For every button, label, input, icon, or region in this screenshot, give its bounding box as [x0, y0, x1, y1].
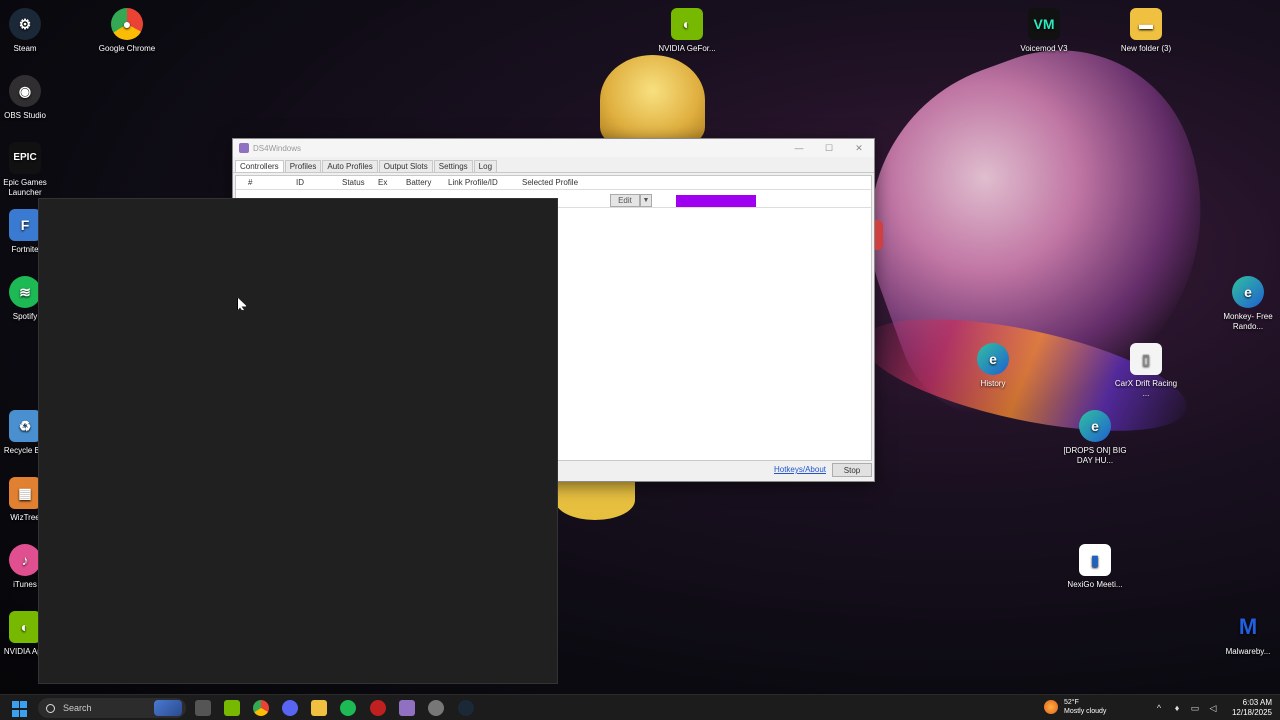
col-status: Status	[342, 178, 365, 187]
nvidia-icon: ◐	[671, 8, 703, 40]
desktop-icon-voicemod[interactable]: VM Voicemod V3	[1012, 8, 1076, 54]
weather-text: Mostly cloudy	[1064, 708, 1107, 715]
col-ex: Ex	[378, 178, 388, 187]
tab-settings[interactable]: Settings	[433, 160, 473, 172]
desktop-icon-carx[interactable]: ▯ CarX Drift Racing ...	[1114, 343, 1178, 399]
chevron-up-icon[interactable]: ^	[1154, 703, 1164, 713]
chevron-down-icon[interactable]: ▼	[640, 194, 652, 207]
system-tray: ^ ♦ ▭ ◁	[1150, 695, 1222, 720]
desktop-icon-chrome[interactable]: ● Google Chrome	[95, 8, 159, 54]
desktop-icon-epic[interactable]: EPIC Epic Games Launcher	[0, 142, 57, 198]
file-icon: ▯	[1130, 343, 1162, 375]
tab-controllers[interactable]: Controllers	[235, 160, 284, 172]
taskbar: Search 52°F Mostly cloudy ^ ♦ ▭ ◁ 6:03 A…	[0, 694, 1280, 720]
wallpaper-ice-cream	[600, 55, 705, 145]
window-titlebar[interactable]: DS4Windows — ☐ ✕	[233, 139, 874, 157]
volume-icon[interactable]: ◁	[1208, 703, 1218, 713]
voicemod-icon: VM	[1028, 8, 1060, 40]
recycle-bin-icon: ♻	[9, 410, 41, 442]
edit-profile-button[interactable]: Edit	[610, 194, 640, 207]
minimize-icon[interactable]: —	[784, 139, 814, 157]
nexigo-icon: ▮	[1079, 544, 1111, 576]
ds4windows-taskbar-icon[interactable]	[399, 700, 415, 716]
stop-button[interactable]: Stop	[832, 463, 872, 477]
discord-taskbar-icon[interactable]	[282, 700, 298, 716]
desktop-icon-steam[interactable]: ⚙ Steam	[0, 8, 57, 54]
hotkeys-about-link[interactable]: Hotkeys/About	[774, 465, 826, 474]
desktop-icon-malwarebytes[interactable]: M Malwareby...	[1216, 611, 1280, 657]
window-title: DS4Windows	[253, 143, 302, 153]
microphone-icon[interactable]: ♦	[1172, 703, 1182, 713]
wiztree-icon: ▦	[9, 477, 41, 509]
taskbar-clock[interactable]: 6:03 AM 12/18/2025	[1232, 698, 1272, 718]
app-taskbar-icon[interactable]	[370, 700, 386, 716]
nvidia-icon: ◐	[9, 611, 41, 643]
blank-flyout-panel[interactable]	[38, 198, 558, 684]
spotify-taskbar-icon[interactable]	[340, 700, 356, 716]
search-placeholder: Search	[63, 703, 92, 713]
weather-icon	[1044, 700, 1058, 714]
obs-icon: ◉	[9, 75, 41, 107]
desktop-icon-obs[interactable]: ◉ OBS Studio	[0, 75, 57, 121]
col-battery: Battery	[406, 178, 432, 187]
ds4windows-app-icon	[239, 143, 249, 153]
clock-date: 12/18/2025	[1231, 708, 1272, 717]
edge-icon: e	[1232, 276, 1264, 308]
search-highlight-icon	[154, 700, 182, 716]
settings-taskbar-icon[interactable]	[428, 700, 444, 716]
taskbar-search[interactable]: Search	[38, 698, 186, 718]
desktop-icon-history[interactable]: e History	[961, 343, 1025, 389]
task-view-icon[interactable]	[195, 700, 211, 716]
edge-icon: e	[977, 343, 1009, 375]
tab-strip: Controllers Profiles Auto Profiles Outpu…	[233, 160, 874, 173]
desktop-icon-nexigo[interactable]: ▮ NexiGo Meeti...	[1063, 544, 1127, 590]
col-link-profile: Link Profile/ID	[448, 178, 498, 187]
col-id: ID	[296, 178, 304, 187]
steam-taskbar-icon[interactable]	[458, 700, 474, 716]
tab-auto-profiles[interactable]: Auto Profiles	[322, 160, 378, 172]
maximize-icon[interactable]: ☐	[814, 139, 844, 157]
desktop-icon-drops[interactable]: e [DROPS ON] BIG DAY HU...	[1063, 410, 1127, 466]
weather-temp: 52°F	[1064, 699, 1079, 706]
desktop-icon-monkey[interactable]: e Monkey- Free Rando...	[1216, 276, 1280, 332]
close-icon[interactable]: ✕	[844, 139, 874, 157]
window-edge-tab	[875, 220, 883, 250]
lightbar-color-swatch[interactable]	[676, 195, 756, 207]
wallpaper-blob	[555, 480, 635, 520]
folder-icon: ▬	[1130, 8, 1162, 40]
col-selected-profile: Selected Profile	[522, 178, 579, 187]
chrome-icon: ●	[111, 8, 143, 40]
steam-icon: ⚙	[9, 8, 41, 40]
controllers-grid-header: # ID Status Ex Battery Link Profile/ID S…	[236, 176, 871, 190]
network-icon[interactable]: ▭	[1190, 703, 1200, 713]
nvidia-taskbar-icon[interactable]	[224, 700, 240, 716]
file-explorer-icon[interactable]	[311, 700, 327, 716]
fortnite-icon: F	[9, 209, 41, 241]
tab-output-slots[interactable]: Output Slots	[378, 160, 433, 172]
windows-start-icon[interactable]	[12, 701, 28, 717]
desktop-icon-nvidia-geforce[interactable]: ◐ NVIDIA GeFor...	[655, 8, 719, 54]
tab-log[interactable]: Log	[473, 160, 498, 172]
itunes-icon: ♪	[9, 544, 41, 576]
edge-icon: e	[1079, 410, 1111, 442]
weather-widget[interactable]: 52°F Mostly cloudy	[1044, 698, 1106, 716]
col-number: #	[248, 178, 253, 187]
tab-profiles[interactable]: Profiles	[284, 160, 322, 172]
search-icon	[46, 703, 55, 713]
desktop-icon-new-folder[interactable]: ▬ New folder (3)	[1114, 8, 1178, 54]
chrome-taskbar-icon[interactable]	[253, 700, 269, 716]
clock-time: 6:03 AM	[1242, 698, 1272, 707]
spotify-icon: ≋	[9, 276, 41, 308]
malwarebytes-icon: M	[1238, 614, 1258, 639]
epic-icon: EPIC	[9, 142, 41, 174]
